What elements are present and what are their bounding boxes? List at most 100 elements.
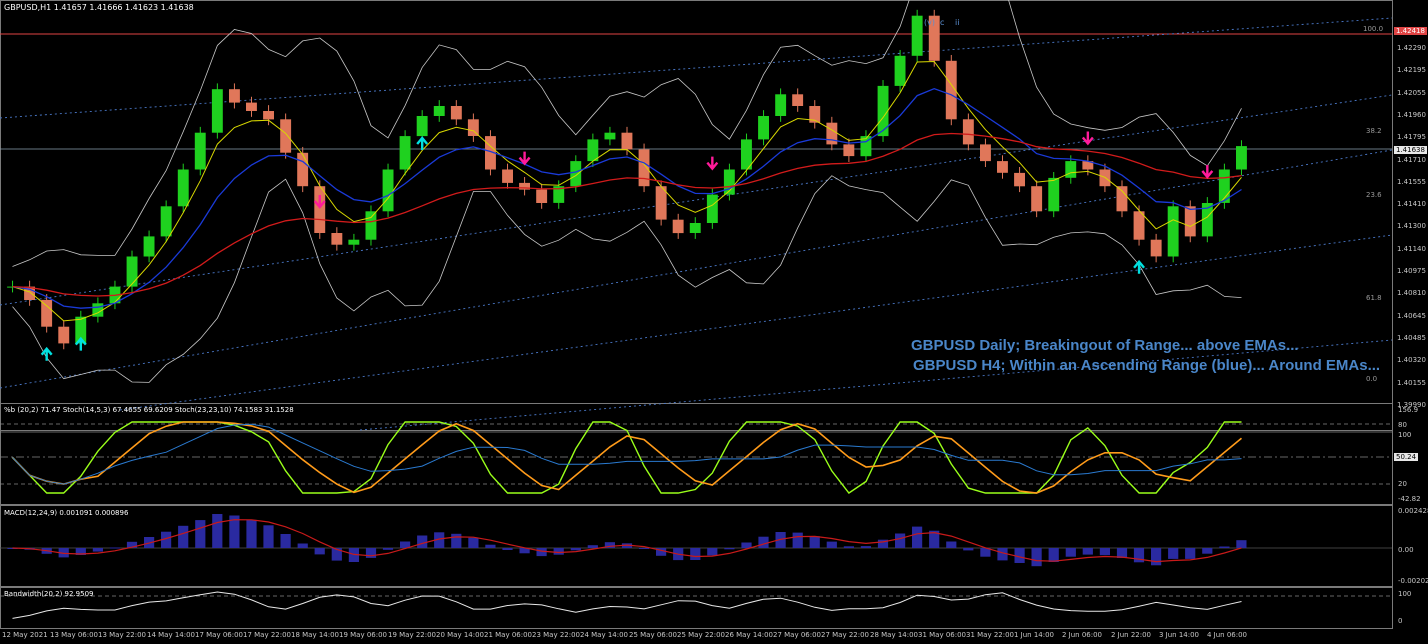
candle-body — [758, 116, 769, 140]
macd-bar — [1099, 548, 1110, 556]
time-tick-label: 2 Jun 22:00 — [1111, 631, 1152, 639]
candle-body — [229, 89, 240, 103]
candle-body — [194, 132, 206, 170]
up-arrow-icon — [1133, 259, 1145, 274]
macd-bar — [195, 520, 206, 548]
down-arrow-icon — [706, 156, 719, 171]
time-tick-label: 13 May 22:00 — [98, 631, 147, 639]
channel-line — [0, 94, 1393, 306]
candle-body — [314, 186, 326, 233]
candle-body — [348, 239, 360, 245]
macd-bar — [758, 536, 769, 548]
candle-body — [980, 144, 991, 162]
current-price-tag: 1.41638 — [1394, 146, 1427, 154]
candle-body — [331, 233, 343, 245]
up-arrow-icon — [416, 136, 429, 150]
price-tick-label: 1.41410 — [1397, 200, 1426, 208]
price-tick-label: 1.42055 — [1397, 89, 1426, 97]
price-tick-label: 1.41795 — [1397, 133, 1426, 141]
macd-bar — [724, 548, 735, 550]
candle-body — [160, 206, 172, 237]
candle-body — [1150, 239, 1162, 257]
macd-bar — [280, 534, 291, 548]
macd-bar — [553, 548, 564, 555]
candle-body — [536, 189, 548, 203]
candle-body — [997, 161, 1008, 173]
candle-body — [41, 299, 53, 327]
candle-body — [1184, 206, 1196, 237]
price-tick-label: 1.41300 — [1397, 222, 1426, 230]
price-tick-label: 1.40320 — [1397, 356, 1426, 364]
candle-body — [1065, 161, 1077, 178]
time-tick-label: 3 Jun 14:00 — [1159, 631, 1200, 639]
time-tick-label: 28 May 14:00 — [870, 631, 919, 639]
time-tick-label: 20 May 14:00 — [436, 631, 485, 639]
candle-body — [792, 94, 804, 106]
up-arrow-icon — [40, 346, 53, 361]
wave-label-v: (v) — [924, 18, 935, 27]
panel-frames — [0, 0, 1393, 629]
macd-bar — [963, 548, 974, 551]
time-tick-label: 4 Jun 06:00 — [1207, 631, 1248, 639]
macd-bar — [212, 514, 223, 548]
price-tick-label: 1.41555 — [1397, 178, 1426, 186]
price-tick-label: 1.40975 — [1397, 267, 1426, 275]
macd-bar — [809, 536, 820, 548]
candle-body — [962, 119, 974, 145]
price-tick-label: 1.42195 — [1397, 66, 1426, 74]
macd-bar — [502, 548, 513, 550]
price-tick-label: 1.41960 — [1397, 111, 1426, 119]
candle-body — [467, 119, 479, 136]
candle-body — [399, 136, 411, 170]
time-tick-label: 26 May 14:00 — [725, 631, 774, 639]
candle-body — [211, 89, 223, 133]
bandwidth-header: Bandwidth(20,2) 92.9509 — [4, 590, 94, 598]
time-tick-label: 14 May 14:00 — [147, 631, 196, 639]
macd-bar — [843, 546, 854, 548]
macd-bar — [1202, 548, 1213, 554]
time-tick-label: 17 May 06:00 — [195, 631, 244, 639]
macd-bar — [1048, 548, 1059, 562]
time-tick-label: 24 May 14:00 — [580, 631, 629, 639]
down-arrow-icon — [1201, 164, 1214, 179]
macd-header: MACD(12,24,9) 0.001091 0.000896 — [4, 509, 129, 517]
macd-bar — [417, 535, 428, 548]
time-tick-label: 25 May 06:00 — [629, 631, 678, 639]
candle-body — [621, 132, 633, 150]
macd-bar — [451, 533, 462, 548]
macd-bar — [1031, 548, 1042, 567]
macd-bar — [1236, 540, 1247, 548]
annotation-daily: GBPUSD Daily; Breakingout of Range... ab… — [911, 337, 1299, 354]
oscillator-lines — [11, 421, 1243, 494]
candle-body — [365, 211, 377, 240]
channel-line — [119, 234, 1393, 411]
candle-body — [1236, 146, 1247, 170]
candle-body — [1133, 211, 1145, 240]
candle-body — [911, 15, 923, 56]
candle-body — [1014, 172, 1025, 187]
wave-label-ii: ii — [955, 18, 960, 27]
candle-body — [587, 139, 599, 162]
fib-23: 23.6 — [1366, 191, 1382, 199]
fib-38: 38.2 — [1366, 127, 1382, 135]
candle-body — [382, 169, 394, 212]
price-tick-label: 1.40810 — [1397, 289, 1426, 297]
bandwidth-axis-100: 100 — [1398, 590, 1412, 598]
price-tick-label: 1.41710 — [1397, 156, 1426, 164]
time-tick-label: 2 Jun 06:00 — [1062, 631, 1103, 639]
time-tick-label: 19 May 22:00 — [388, 631, 437, 639]
signal-arrows — [40, 0, 1214, 361]
price-tick-label: 1.42290 — [1397, 44, 1426, 52]
stoch-long-line — [12, 423, 1242, 485]
candle-body — [672, 219, 684, 234]
bandwidth-axis-0: 0 — [1398, 617, 1403, 625]
time-tick-label: 18 May 14:00 — [291, 631, 340, 639]
time-tick-label: 31 May 22:00 — [966, 631, 1015, 639]
macd-bar — [826, 541, 837, 548]
annotation-h4: GBPUSD H4; Within an Ascending Range (bl… — [913, 357, 1381, 374]
candle-body — [416, 116, 428, 137]
time-tick-label: 27 May 22:00 — [821, 631, 870, 639]
candle-body — [297, 152, 309, 187]
candle-body — [263, 111, 274, 120]
candle-body — [502, 169, 513, 183]
